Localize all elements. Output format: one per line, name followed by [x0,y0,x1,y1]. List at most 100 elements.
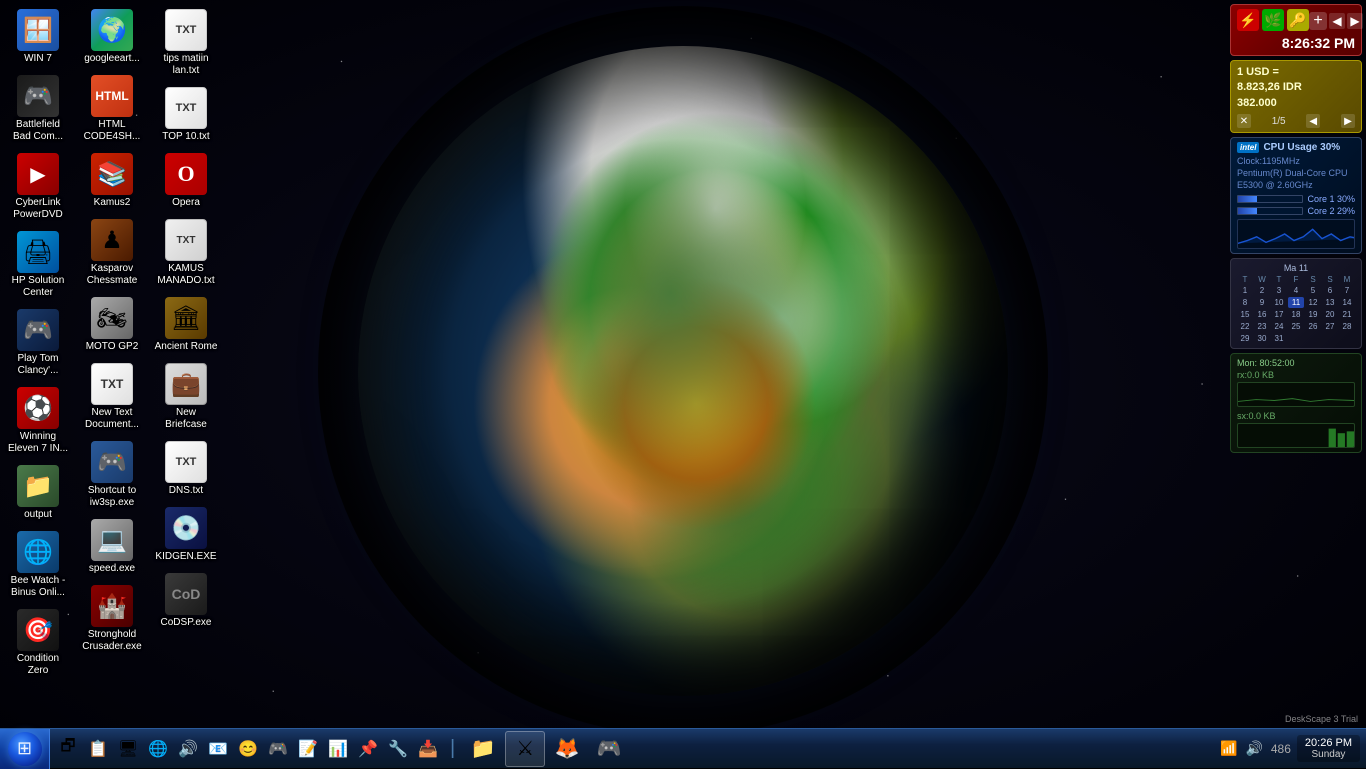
cal-day-30[interactable]: 30 [1254,333,1270,344]
icon-cyberlink[interactable]: ▶ CyberLink PowerDVD [2,149,74,225]
icon-play[interactable]: 🎮 Play Tom Clancy'... [2,305,74,381]
icon-condition[interactable]: 🎯 Condition Zero [2,605,74,681]
icon-html[interactable]: HTML HTML CODE4SH... [76,71,148,147]
taskbar-icon-6[interactable]: 📧 [204,735,232,763]
icon-hp[interactable]: 🖨 HP Solution Center [2,227,74,303]
icon-ancient[interactable]: 🏛 Ancient Rome [150,293,222,357]
icon-output[interactable]: 📁 output [2,461,74,525]
motogp-icon: 🏍 [91,297,133,339]
taskbar-pinned-firefox[interactable]: 🎮 [589,731,629,767]
cal-day-4[interactable]: 4 [1288,285,1304,296]
icon-googleearth[interactable]: 🌍 googleeart... [76,5,148,69]
icon-shortcut[interactable]: 🎮 Shortcut to iw3sp.exe [76,437,148,513]
taskbar-pinned-wmp[interactable]: 🦊 [547,731,587,767]
cal-day-23[interactable]: 23 [1254,321,1270,332]
net-sx-row: sx:0.0 KB [1237,411,1355,421]
currency-next-btn[interactable]: ▶ [1341,114,1355,128]
taskbar-icon-1[interactable]: 🗗 [54,735,82,763]
cal-day-15[interactable]: 15 [1237,309,1253,320]
icon-dns[interactable]: TXT DNS.txt [150,437,222,501]
cal-day-21[interactable]: 21 [1339,309,1355,320]
taskbar-icon-11[interactable]: 📌 [354,735,382,763]
cal-day-13[interactable]: 13 [1322,297,1338,308]
icon-codsp[interactable]: CoD CoDSP.exe [150,569,222,633]
icon-opera[interactable]: O Opera [150,149,222,213]
cal-day-20[interactable]: 20 [1322,309,1338,320]
clock-next-btn[interactable]: ▶ [1347,13,1363,29]
cal-day-25[interactable]: 25 [1288,321,1304,332]
tray-icon-chat[interactable]: 486 [1269,740,1293,758]
icon-stronghold[interactable]: 🏰 Stronghold Crusader.exe [76,581,148,657]
icon-battlefield[interactable]: 🎮 Battlefield Bad Com... [2,71,74,147]
icon-beewatch[interactable]: 🌐 Bee Watch - Binus Onli... [2,527,74,603]
clock-icon-2[interactable]: 🌿 [1262,9,1284,31]
cpu-core1-row: Core 1 30% [1237,194,1355,204]
icon-speed[interactable]: 💻 speed.exe [76,515,148,579]
kasparov-label: Kasparov Chessmate [80,263,144,287]
icon-newbriefcase[interactable]: 💼 New Briefcase [150,359,222,435]
taskbar-icon-10[interactable]: 📊 [324,735,352,763]
cal-day-22[interactable]: 22 [1237,321,1253,332]
cal-day-12[interactable]: 12 [1305,297,1321,308]
taskbar-icon-12[interactable]: 🔧 [384,735,412,763]
taskbar-icon-5[interactable]: 🔊 [174,735,202,763]
cal-day-6[interactable]: 6 [1322,285,1338,296]
cal-day-8[interactable]: 8 [1237,297,1253,308]
icon-newtxt[interactable]: TXT New Text Document... [76,359,148,435]
cal-day-9[interactable]: 9 [1254,297,1270,308]
icon-kamus[interactable]: 📚 Kamus2 [76,149,148,213]
cal-day-29[interactable]: 29 [1237,333,1253,344]
cal-day-10[interactable]: 10 [1271,297,1287,308]
cal-day-28[interactable]: 28 [1339,321,1355,332]
cal-day-11[interactable]: 11 [1288,297,1304,308]
currency-prev-btn[interactable]: ◀ [1306,114,1320,128]
clock-icon-1[interactable]: ⚡ [1237,9,1259,31]
cal-day-19[interactable]: 19 [1305,309,1321,320]
icon-winning[interactable]: ⚽ Winning Eleven 7 IN... [2,383,74,459]
icon-kasparov[interactable]: ♟ Kasparov Chessmate [76,215,148,291]
taskbar-icon-13[interactable]: 📥 [414,735,442,763]
cal-day-14[interactable]: 14 [1339,297,1355,308]
icon-win7[interactable]: 🪟 WIN 7 [2,5,74,69]
clock-plus-btn[interactable]: + [1309,12,1327,30]
cal-day-24[interactable]: 24 [1271,321,1287,332]
taskbar-icon-8[interactable]: 🎮 [264,735,292,763]
cyberlink-label: CyberLink PowerDVD [6,197,70,221]
cal-day-16[interactable]: 16 [1254,309,1270,320]
cpu-core2-row: Core 2 29% [1237,206,1355,216]
cal-day-17[interactable]: 17 [1271,309,1287,320]
icon-motogp[interactable]: 🏍 MOTO GP2 [76,293,148,357]
taskbar-icon-2[interactable]: 📋 [84,735,112,763]
cal-day-27[interactable]: 27 [1322,321,1338,332]
cal-day-5[interactable]: 5 [1305,285,1321,296]
cal-day-2[interactable]: 2 [1254,285,1270,296]
cal-day-3[interactable]: 3 [1271,285,1287,296]
icon-kidgen[interactable]: 💿 KIDGEN.EXE [150,503,222,567]
icon-kamus2[interactable]: TXT KAMUS MANADO.txt [150,215,222,291]
currency-close-btn[interactable]: ✕ [1237,114,1251,128]
clock-icon-3[interactable]: 🔑 [1287,9,1309,31]
taskbar-system-tray: 📶 🔊 486 20:26 PM Sunday [1218,735,1366,762]
cal-day-26[interactable]: 26 [1305,321,1321,332]
cal-header-m: M [1339,275,1355,284]
taskbar-pinned-ie[interactable]: ⚔ [505,731,545,767]
taskbar-icon-9[interactable]: 📝 [294,735,322,763]
codsp-icon: CoD [165,573,207,615]
taskbar-icon-3[interactable]: 🖥 [114,735,142,763]
taskbar-icon-4[interactable]: 🌐 [144,735,172,763]
cal-day-7[interactable]: 7 [1339,285,1355,296]
cal-day-18[interactable]: 18 [1288,309,1304,320]
condition-label: Condition Zero [6,653,70,677]
taskbar-icon-7[interactable]: 😊 [234,735,262,763]
clock-prev-btn[interactable]: ◀ [1329,13,1345,29]
icon-top10[interactable]: TXT TOP 10.txt [150,83,222,147]
tray-icon-network[interactable]: 📶 [1218,738,1239,759]
taskbar-clock[interactable]: 20:26 PM Sunday [1297,735,1360,762]
cal-day-31[interactable]: 31 [1271,333,1287,344]
start-button[interactable]: ⊞ [0,729,50,769]
tray-icon-volume[interactable]: 🔊 [1243,738,1264,759]
cal-day-1[interactable]: 1 [1237,285,1253,296]
icon-tipsmatiinlan[interactable]: TXT tips matiin lan.txt [150,5,222,81]
play-label: Play Tom Clancy'... [6,353,70,377]
taskbar-pinned-explorer[interactable]: 📁 [463,731,503,767]
